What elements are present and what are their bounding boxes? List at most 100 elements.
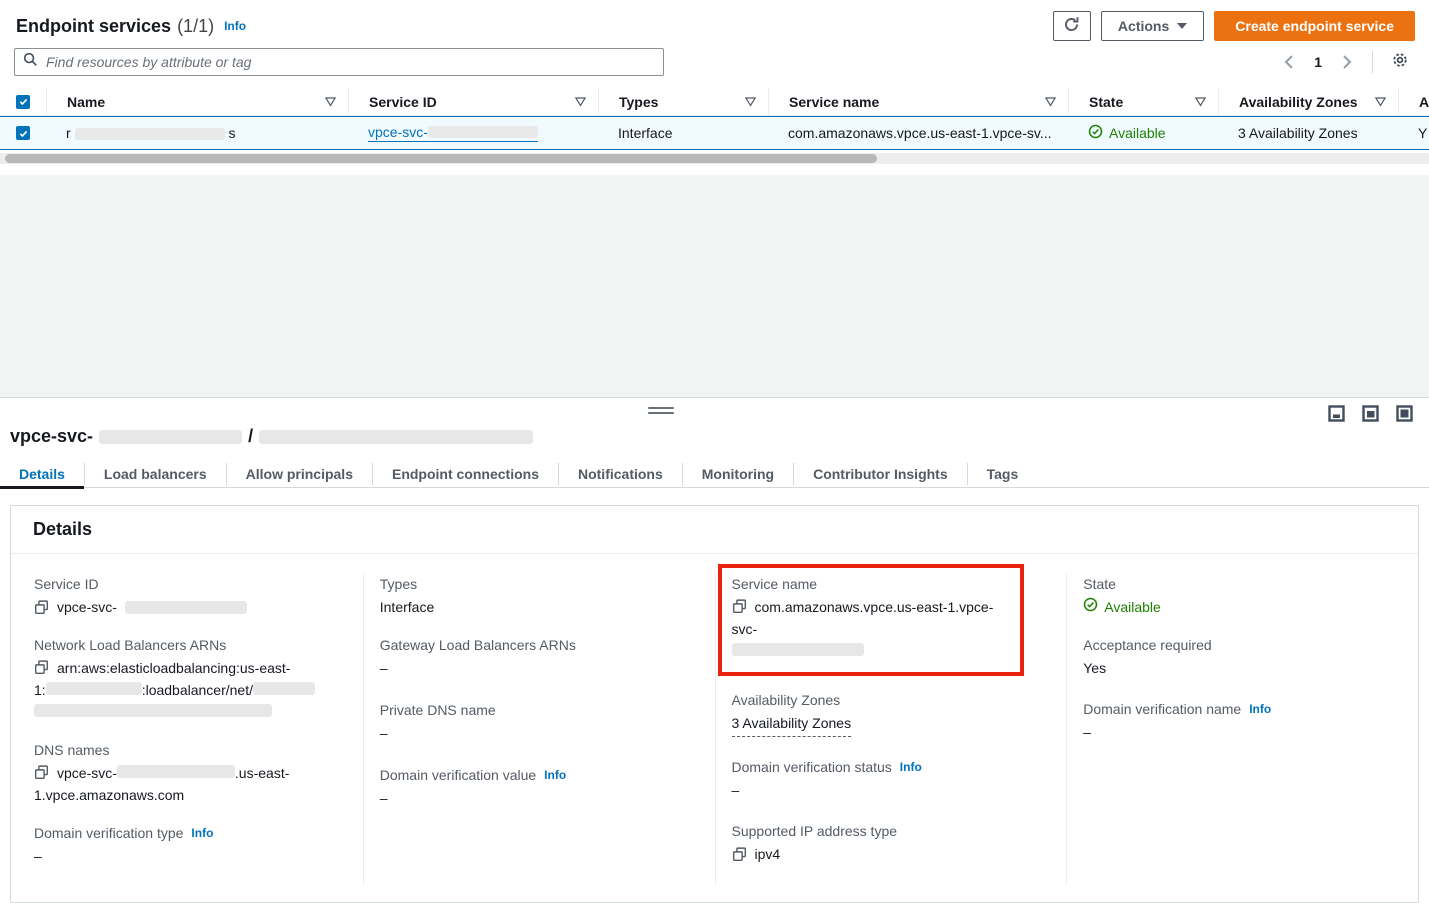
status-available-icon: [1088, 124, 1103, 142]
split-panel: vpce-svc- / Details Load balancers Allow…: [0, 397, 1429, 890]
info-link[interactable]: Info: [544, 765, 566, 785]
filter-icon[interactable]: [575, 96, 586, 107]
field-availability-zones: Availability Zones 3 Availability Zones: [732, 690, 1051, 737]
field-service-id: Service ID vpce-svc-: [34, 574, 347, 618]
select-all-checkbox-cell: [0, 88, 46, 115]
row-checkbox[interactable]: [16, 126, 30, 140]
search-input[interactable]: [46, 54, 655, 70]
scrollbar-thumb[interactable]: [5, 154, 877, 163]
details-column-3: Service name com.amazonaws.vpce.us-east-…: [715, 574, 1067, 884]
field-supported-ip-address-type: Supported IP address type ipv4: [732, 821, 1051, 865]
cell-availability-zones: 3 Availability Zones: [1218, 125, 1398, 141]
endpoint-services-table: Name Service ID Types Service name State…: [0, 88, 1429, 164]
page-title: Endpoint services: [16, 16, 171, 37]
panel-size-small-icon[interactable]: [1328, 405, 1345, 422]
tab-notifications[interactable]: Notifications: [559, 460, 682, 488]
tab-contributor-insights[interactable]: Contributor Insights: [794, 460, 967, 488]
search-box[interactable]: [14, 48, 664, 76]
select-all-checkbox[interactable]: [16, 95, 30, 109]
redacted-text: [75, 128, 225, 140]
info-link[interactable]: Info: [191, 823, 213, 843]
filter-icon[interactable]: [1045, 96, 1056, 107]
info-link[interactable]: Info: [1249, 699, 1271, 719]
column-header-service-id[interactable]: Service ID: [348, 88, 598, 115]
actions-button[interactable]: Actions: [1101, 11, 1204, 41]
tab-endpoint-connections[interactable]: Endpoint connections: [373, 460, 558, 488]
filter-icon[interactable]: [1375, 96, 1386, 107]
background-spacer: [0, 175, 1429, 397]
field-dns-names: DNS names vpce-svc-.us-east- 1.vpce.amaz…: [34, 740, 347, 806]
redacted-text: [253, 682, 315, 695]
divider: [1372, 51, 1373, 73]
panel-size-medium-icon[interactable]: [1362, 405, 1379, 422]
redacted-text: [99, 430, 242, 444]
copy-icon[interactable]: [34, 600, 49, 615]
toolbar-actions: Actions Create endpoint service: [1053, 11, 1415, 41]
tab-allow-principals[interactable]: Allow principals: [227, 460, 372, 488]
panel-size-large-icon[interactable]: [1396, 405, 1413, 422]
pagination: 1: [1276, 49, 1415, 75]
copy-icon[interactable]: [732, 599, 747, 614]
info-link[interactable]: Info: [224, 19, 246, 33]
previous-page-button[interactable]: [1276, 49, 1302, 75]
tabs-bar: Details Load balancers Allow principals …: [0, 460, 1429, 488]
tab-monitoring[interactable]: Monitoring: [683, 460, 793, 488]
create-endpoint-service-button[interactable]: Create endpoint service: [1214, 11, 1415, 41]
copy-icon[interactable]: [34, 765, 49, 780]
cell-service-id: vpce-svc-: [348, 124, 598, 142]
search-row: 1: [0, 42, 1429, 76]
cell-state: Available: [1068, 124, 1218, 142]
table-header-row: Name Service ID Types Service name State…: [0, 88, 1429, 116]
availability-zones-popover-trigger[interactable]: 3 Availability Zones: [1238, 125, 1358, 141]
row-checkbox-cell: [0, 126, 46, 140]
preferences-gear-button[interactable]: [1385, 49, 1415, 75]
field-state: State Available: [1083, 574, 1402, 618]
details-grid: Service ID vpce-svc- Network Load Balanc…: [11, 554, 1418, 902]
column-header-state[interactable]: State: [1068, 88, 1218, 115]
status-available-icon: [1083, 596, 1098, 618]
redacted-text: [46, 682, 142, 695]
details-card-heading: Details: [11, 506, 1418, 554]
field-glb-arns: Gateway Load Balancers ARNs –: [380, 635, 699, 679]
field-acceptance-required: Acceptance required Yes: [1083, 635, 1402, 679]
filter-icon[interactable]: [745, 96, 756, 107]
table-row[interactable]: r s vpce-svc- Interface com.amazonaws.vp…: [0, 116, 1429, 150]
next-page-button[interactable]: [1334, 49, 1360, 75]
field-domain-verification-value: Domain verification value Info –: [380, 765, 699, 809]
details-column-4: State Available Acceptance required: [1066, 574, 1418, 884]
details-column-1: Service ID vpce-svc- Network Load Balanc…: [11, 574, 363, 884]
field-domain-verification-status: Domain verification status Info –: [732, 757, 1051, 801]
copy-icon[interactable]: [34, 660, 49, 675]
copy-icon[interactable]: [732, 847, 747, 862]
service-id-link[interactable]: vpce-svc-: [368, 124, 538, 142]
column-header-acceptance[interactable]: A: [1398, 88, 1429, 115]
refresh-button[interactable]: [1053, 11, 1091, 41]
endpoint-services-page: Endpoint services (1/1) Info Actions Cre…: [0, 0, 1429, 886]
filter-icon[interactable]: [1195, 96, 1206, 107]
tab-tags[interactable]: Tags: [968, 460, 1038, 488]
panel-resize-handle[interactable]: [648, 407, 674, 417]
field-domain-verification-type: Domain verification type Info –: [34, 823, 347, 867]
redacted-text: [117, 765, 235, 778]
field-types: Types Interface: [380, 574, 699, 618]
page-number[interactable]: 1: [1308, 54, 1328, 70]
gear-icon: [1391, 51, 1409, 74]
info-link[interactable]: Info: [900, 757, 922, 777]
availability-zones-popover-trigger[interactable]: 3 Availability Zones: [732, 712, 852, 737]
column-header-availability-zones[interactable]: Availability Zones: [1218, 88, 1398, 115]
horizontal-scrollbar[interactable]: [0, 153, 1429, 164]
filter-icon[interactable]: [325, 96, 336, 107]
tab-load-balancers[interactable]: Load balancers: [85, 460, 226, 488]
column-header-name[interactable]: Name: [46, 88, 348, 115]
column-header-service-name[interactable]: Service name: [768, 88, 1068, 115]
field-service-name-highlighted: Service name com.amazonaws.vpce.us-east-…: [718, 564, 1025, 676]
chevron-down-icon: [1177, 23, 1187, 29]
field-private-dns-name: Private DNS name –: [380, 700, 699, 744]
tab-details[interactable]: Details: [0, 460, 84, 488]
column-header-types[interactable]: Types: [598, 88, 768, 115]
cell-name: r s: [46, 125, 348, 141]
panel-layout-controls: [1328, 405, 1413, 422]
resource-count: (1/1): [177, 16, 214, 37]
cell-service-name: com.amazonaws.vpce.us-east-1.vpce-sv...: [768, 125, 1068, 141]
field-domain-verification-name: Domain verification name Info –: [1083, 699, 1402, 743]
